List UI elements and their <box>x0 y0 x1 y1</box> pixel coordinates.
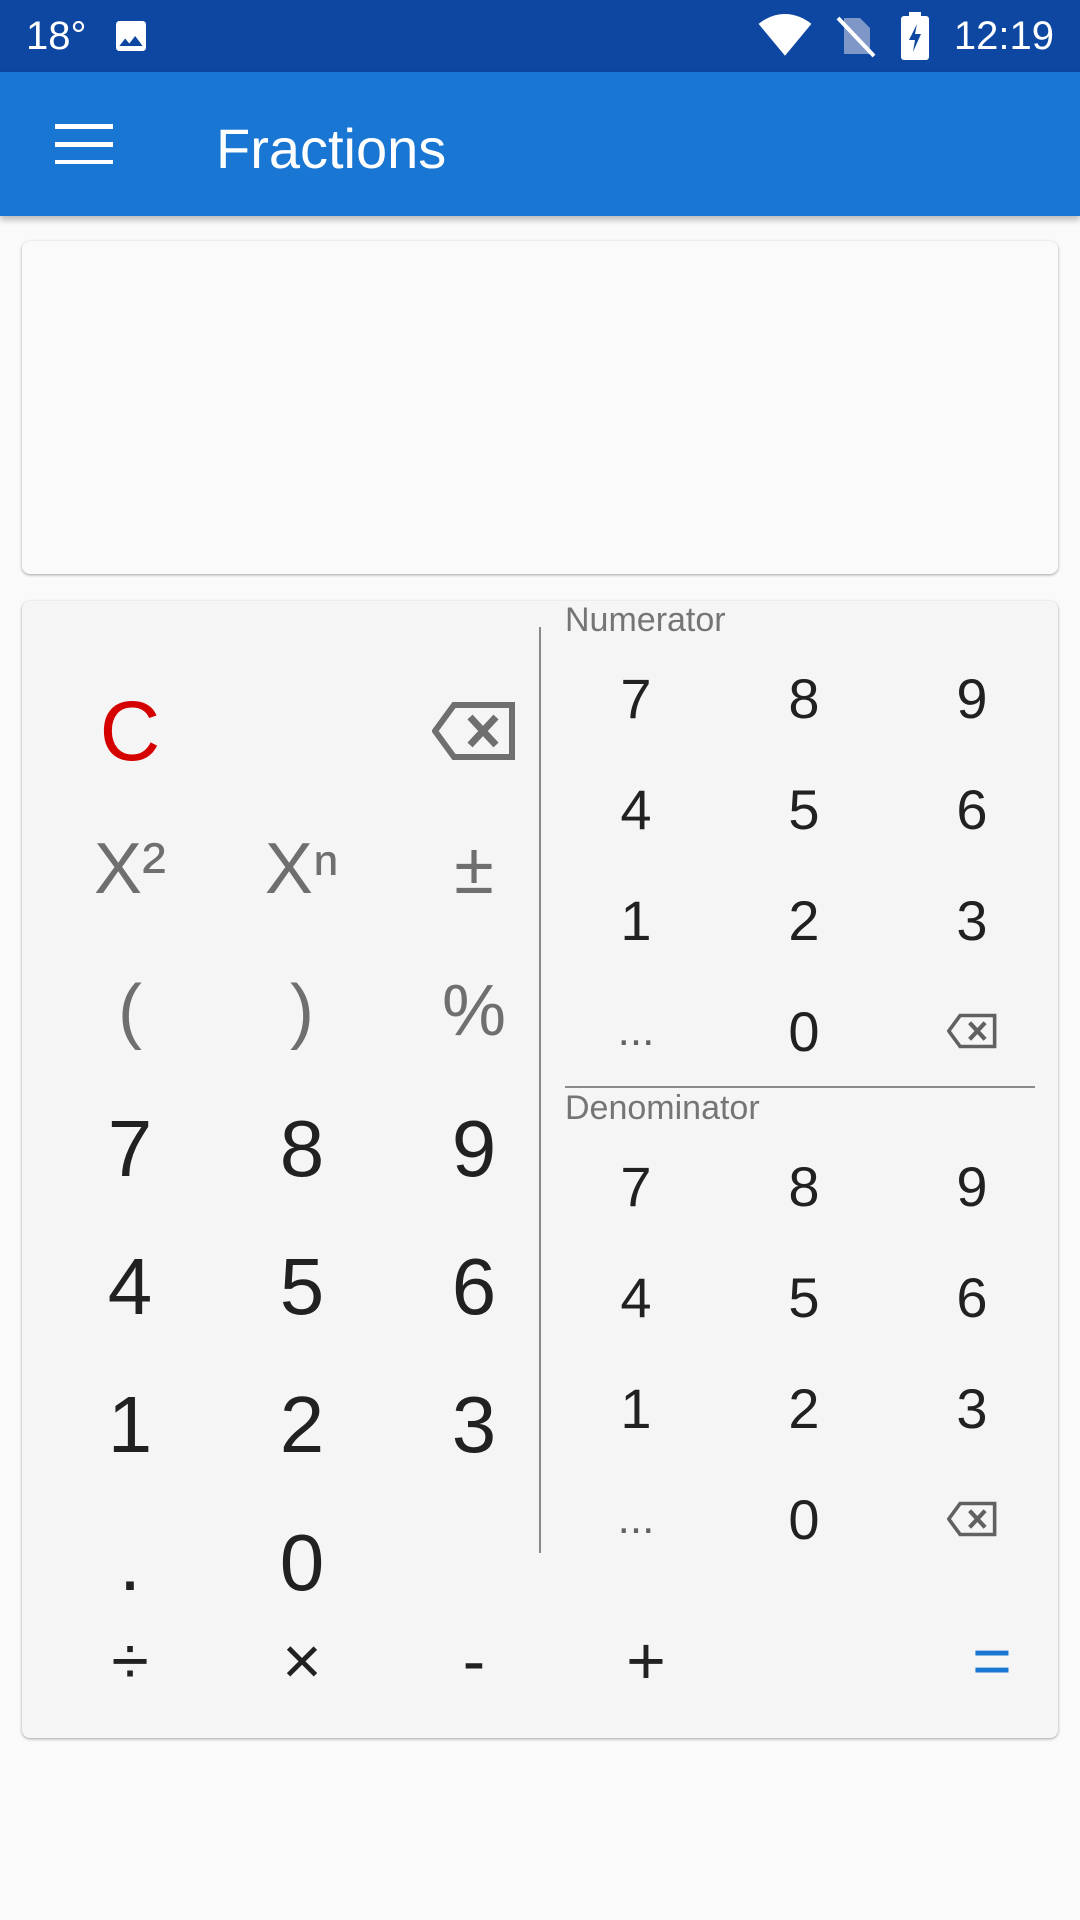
digit-8-button[interactable]: 8 <box>216 1089 388 1209</box>
battery-charging-icon <box>900 12 930 60</box>
denominator-digit-3[interactable]: 3 <box>888 1358 1056 1458</box>
temperature-text: 18° <box>26 13 87 58</box>
backspace-icon <box>947 1013 997 1049</box>
numerator-digit-9[interactable]: 9 <box>888 648 1056 748</box>
clock-text: 12:19 <box>953 13 1054 58</box>
digit-2-button[interactable]: 2 <box>216 1365 388 1485</box>
denominator-more-button[interactable]: ... <box>552 1469 720 1569</box>
app-bar: Fractions <box>0 72 1080 216</box>
denominator-digit-9[interactable]: 9 <box>888 1136 1056 1236</box>
clear-button[interactable]: C <box>44 671 216 791</box>
numerator-digit-8[interactable]: 8 <box>720 648 888 748</box>
backspace-icon <box>432 702 515 760</box>
vertical-divider <box>539 627 541 1553</box>
digit-3-button[interactable]: 3 <box>388 1365 560 1485</box>
digit-4-button[interactable]: 4 <box>44 1227 216 1347</box>
numerator-digit-1[interactable]: 1 <box>552 870 720 970</box>
status-bar: 18° 12:19 <box>0 0 1080 72</box>
wifi-icon <box>758 14 812 58</box>
digit-1-button[interactable]: 1 <box>44 1365 216 1485</box>
open-paren-button[interactable]: ( <box>44 951 216 1071</box>
expression-display <box>22 241 1058 574</box>
status-bar-left: 18° <box>26 14 151 59</box>
digit-5-button[interactable]: 5 <box>216 1227 388 1347</box>
numerator-digit-4[interactable]: 4 <box>552 759 720 859</box>
plus-minus-button[interactable]: ± <box>388 809 560 929</box>
numerator-digit-7[interactable]: 7 <box>552 648 720 748</box>
backspace-button[interactable] <box>388 671 560 791</box>
close-paren-button[interactable]: ) <box>216 951 388 1071</box>
denominator-backspace-button[interactable] <box>888 1469 1056 1569</box>
menu-button[interactable] <box>36 108 132 180</box>
numerator-digit-2[interactable]: 2 <box>720 870 888 970</box>
image-icon <box>111 16 151 56</box>
keypad: C X² Xⁿ ± ( ) % 7 8 9 4 5 6 1 2 3 . 0 Nu… <box>22 601 1058 1738</box>
numerator-digit-0[interactable]: 0 <box>720 981 888 1081</box>
numerator-digit-3[interactable]: 3 <box>888 870 1056 970</box>
denominator-digit-0[interactable]: 0 <box>720 1469 888 1569</box>
numerator-label: Numerator <box>565 601 726 639</box>
multiply-button[interactable]: × <box>216 1601 388 1721</box>
equals-button[interactable]: = <box>906 1601 1078 1721</box>
denominator-digit-5[interactable]: 5 <box>720 1247 888 1347</box>
numerator-digit-6[interactable]: 6 <box>888 759 1056 859</box>
divide-button[interactable]: ÷ <box>44 1601 216 1721</box>
percent-button[interactable]: % <box>388 951 560 1071</box>
denominator-digit-6[interactable]: 6 <box>888 1247 1056 1347</box>
denominator-digit-2[interactable]: 2 <box>720 1358 888 1458</box>
denominator-digit-1[interactable]: 1 <box>552 1358 720 1458</box>
denominator-digit-4[interactable]: 4 <box>552 1247 720 1347</box>
page-title: Fractions <box>216 117 447 180</box>
numerator-backspace-button[interactable] <box>888 981 1056 1081</box>
numerator-more-button[interactable]: ... <box>552 981 720 1081</box>
status-bar-right: 12:19 <box>758 12 1054 60</box>
denominator-digit-7[interactable]: 7 <box>552 1136 720 1236</box>
digit-9-button[interactable]: 9 <box>388 1089 560 1209</box>
digit-7-button[interactable]: 7 <box>44 1089 216 1209</box>
backspace-icon <box>947 1501 997 1537</box>
horizontal-divider <box>565 1086 1035 1088</box>
no-sim-icon <box>836 14 876 58</box>
numerator-digit-5[interactable]: 5 <box>720 759 888 859</box>
power-button[interactable]: Xⁿ <box>216 809 388 929</box>
digit-6-button[interactable]: 6 <box>388 1227 560 1347</box>
denominator-label: Denominator <box>565 1089 760 1127</box>
hamburger-menu-icon <box>55 124 113 164</box>
denominator-digit-8[interactable]: 8 <box>720 1136 888 1236</box>
minus-button[interactable]: - <box>388 1601 560 1721</box>
square-button[interactable]: X² <box>44 809 216 929</box>
plus-button[interactable]: + <box>560 1601 732 1721</box>
